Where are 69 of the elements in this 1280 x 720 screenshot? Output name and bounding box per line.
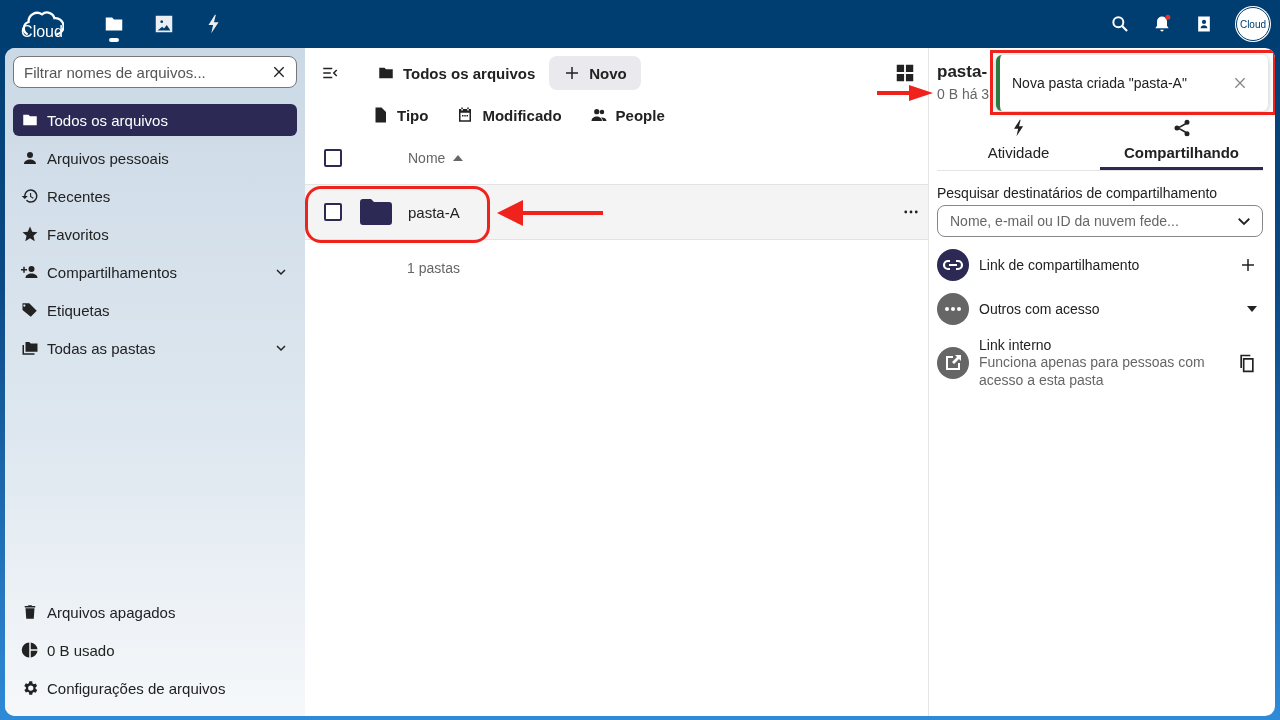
nav-label: Arquivos apagados [47, 603, 177, 621]
nav-label: Todos os arquivos [47, 111, 169, 129]
clear-icon[interactable] [271, 64, 287, 80]
folder-icon [360, 199, 392, 225]
nav-label: Recentes [47, 187, 112, 205]
star-icon [21, 225, 39, 243]
nav-label: 0 B usado [47, 641, 116, 659]
details-subtitle: 0 B há 3 [937, 86, 991, 102]
pie-chart-icon [21, 641, 39, 659]
file-count: 1 pastas [406, 259, 461, 276]
nav-label: Compartilhamentos [47, 263, 179, 281]
active-indicator [109, 38, 119, 42]
nav-label: Etiquetas [47, 301, 111, 319]
user-avatar[interactable]: Cloud [1236, 7, 1270, 41]
entry-title: Link de compartilhamento [979, 257, 1141, 273]
filter-chip[interactable]: Modificado [456, 106, 562, 124]
nav-label: Todas as pastas [47, 339, 157, 357]
breadcrumb[interactable]: Todos os arquivos [403, 64, 536, 82]
nav-item[interactable]: 0 B usado [13, 634, 297, 666]
nav-label: Configurações de arquivos [47, 679, 227, 697]
more-icon [937, 293, 969, 325]
filter-field[interactable]: Filtrar nomes de arquivos... [13, 56, 297, 88]
nav-label: Arquivos pessoais [47, 149, 170, 167]
annotation-arrow [877, 85, 933, 101]
nav-item[interactable]: Recentes [13, 180, 297, 212]
grid-view-icon[interactable] [894, 62, 916, 84]
row-checkbox[interactable] [324, 203, 342, 221]
dropdown-caret-icon[interactable] [1247, 306, 1257, 312]
tag-icon [21, 301, 39, 319]
new-button[interactable]: Novo [549, 56, 641, 90]
search-label: Pesquisar destinatários de compartilhamento [937, 185, 1219, 201]
file-row[interactable]: pasta-A [305, 185, 928, 240]
folders-icon [21, 339, 39, 357]
filter-chip[interactable]: Tipo [371, 106, 429, 124]
file-name[interactable]: pasta-A [408, 203, 460, 221]
nav-item[interactable]: Favoritos [13, 218, 297, 250]
details-title: pasta- [937, 62, 988, 82]
entry-description: Funciona apenas para pessoas com acesso a esta pasta [979, 353, 1206, 389]
tab-label[interactable]: Atividade [987, 144, 1050, 161]
nav-item[interactable]: Arquivos apagados [13, 596, 297, 628]
nav-item[interactable]: Todas as pastas [13, 332, 297, 364]
nav-item[interactable]: Etiquetas [13, 294, 297, 326]
history-icon [21, 187, 39, 205]
select-all-checkbox[interactable] [324, 149, 342, 167]
person-icon [21, 149, 39, 167]
add-icon[interactable] [1239, 256, 1257, 274]
nav-item[interactable]: Arquivos pessoais [13, 142, 297, 174]
nav-item[interactable]: Configurações de arquivos [13, 672, 297, 704]
nav-label: Favoritos [47, 225, 110, 243]
image-icon[interactable] [153, 13, 175, 35]
nav-item[interactable]: Compartilhamentos [13, 256, 297, 288]
entry-title: Outros com acesso [979, 301, 1101, 317]
search-icon[interactable] [1110, 14, 1130, 34]
person-add-icon [21, 263, 39, 281]
cloud-logo[interactable]: Cloud [20, 7, 64, 41]
nav-item[interactable]: Todos os arquivos [13, 104, 297, 136]
external-link-icon [937, 347, 969, 379]
close-icon[interactable] [1232, 75, 1248, 91]
recipient-search-field[interactable]: Nome, e-mail ou ID da nuvem fede... [937, 205, 1263, 237]
column-header[interactable]: Nome [408, 150, 446, 166]
sort-arrow-icon[interactable] [453, 155, 464, 161]
tab-label[interactable]: Compartilhando [1124, 144, 1239, 161]
more-icon[interactable] [904, 210, 918, 214]
copy-icon[interactable] [1237, 353, 1257, 373]
toast-message: Nova pasta criada "pasta-A" [1012, 75, 1188, 91]
people-icon [589, 106, 608, 124]
link-icon [937, 249, 969, 281]
entry-title: Link interno [979, 337, 1053, 353]
filter-chip[interactable]: People [589, 106, 665, 124]
